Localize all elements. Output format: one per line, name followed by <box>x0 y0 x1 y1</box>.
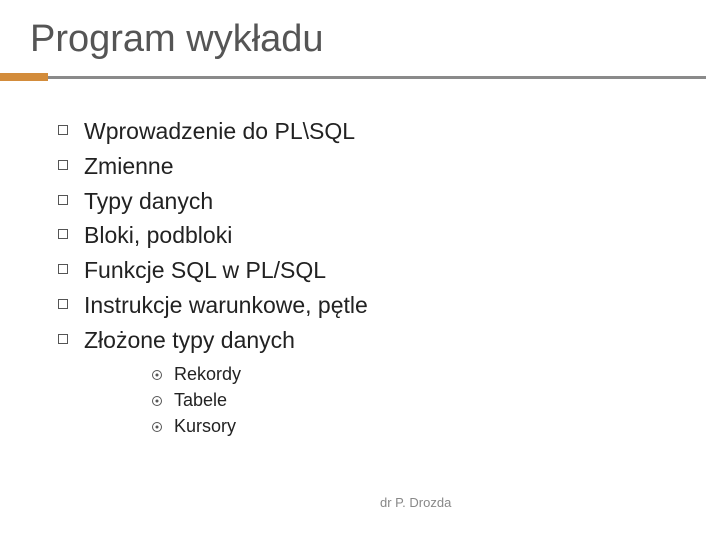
list-item-text: Instrukcje warunkowe, pętle <box>84 291 368 320</box>
sub-list: Rekordy Tabele Kursory <box>152 364 720 437</box>
sub-list-item: Rekordy <box>152 364 720 385</box>
square-bullet-icon <box>58 299 68 309</box>
accent-block <box>0 73 48 81</box>
list-item-text: Typy danych <box>84 187 213 216</box>
list-item: Instrukcje warunkowe, pętle <box>58 291 720 320</box>
list-item-text: Złożone typy danych <box>84 326 295 355</box>
square-bullet-icon <box>58 229 68 239</box>
circle-bullet-icon <box>152 396 162 406</box>
list-item-text: Funkcje SQL w PL/SQL <box>84 256 326 285</box>
sub-list-item: Tabele <box>152 390 720 411</box>
square-bullet-icon <box>58 264 68 274</box>
circle-bullet-icon <box>152 370 162 380</box>
list-item-text: Bloki, podbloki <box>84 221 232 250</box>
list-item: Funkcje SQL w PL/SQL <box>58 256 720 285</box>
list-item: Zmienne <box>58 152 720 181</box>
slide-title: Program wykładu <box>0 0 720 73</box>
list-item-text: Zmienne <box>84 152 173 181</box>
footer-author: dr P. Drozda <box>380 495 451 510</box>
sub-list-item-text: Rekordy <box>174 364 241 385</box>
sub-list-item: Kursory <box>152 416 720 437</box>
main-list: Wprowadzenie do PL\SQL Zmienne Typy dany… <box>58 117 720 354</box>
list-item: Bloki, podbloki <box>58 221 720 250</box>
square-bullet-icon <box>58 125 68 135</box>
divider-line <box>0 76 706 79</box>
sub-list-item-text: Tabele <box>174 390 227 411</box>
title-divider <box>0 73 720 81</box>
circle-bullet-icon <box>152 422 162 432</box>
list-item-text: Wprowadzenie do PL\SQL <box>84 117 355 146</box>
square-bullet-icon <box>58 195 68 205</box>
sub-list-item-text: Kursory <box>174 416 236 437</box>
list-item: Wprowadzenie do PL\SQL <box>58 117 720 146</box>
slide-content: Wprowadzenie do PL\SQL Zmienne Typy dany… <box>0 81 720 437</box>
square-bullet-icon <box>58 160 68 170</box>
square-bullet-icon <box>58 334 68 344</box>
list-item: Typy danych <box>58 187 720 216</box>
list-item: Złożone typy danych <box>58 326 720 355</box>
